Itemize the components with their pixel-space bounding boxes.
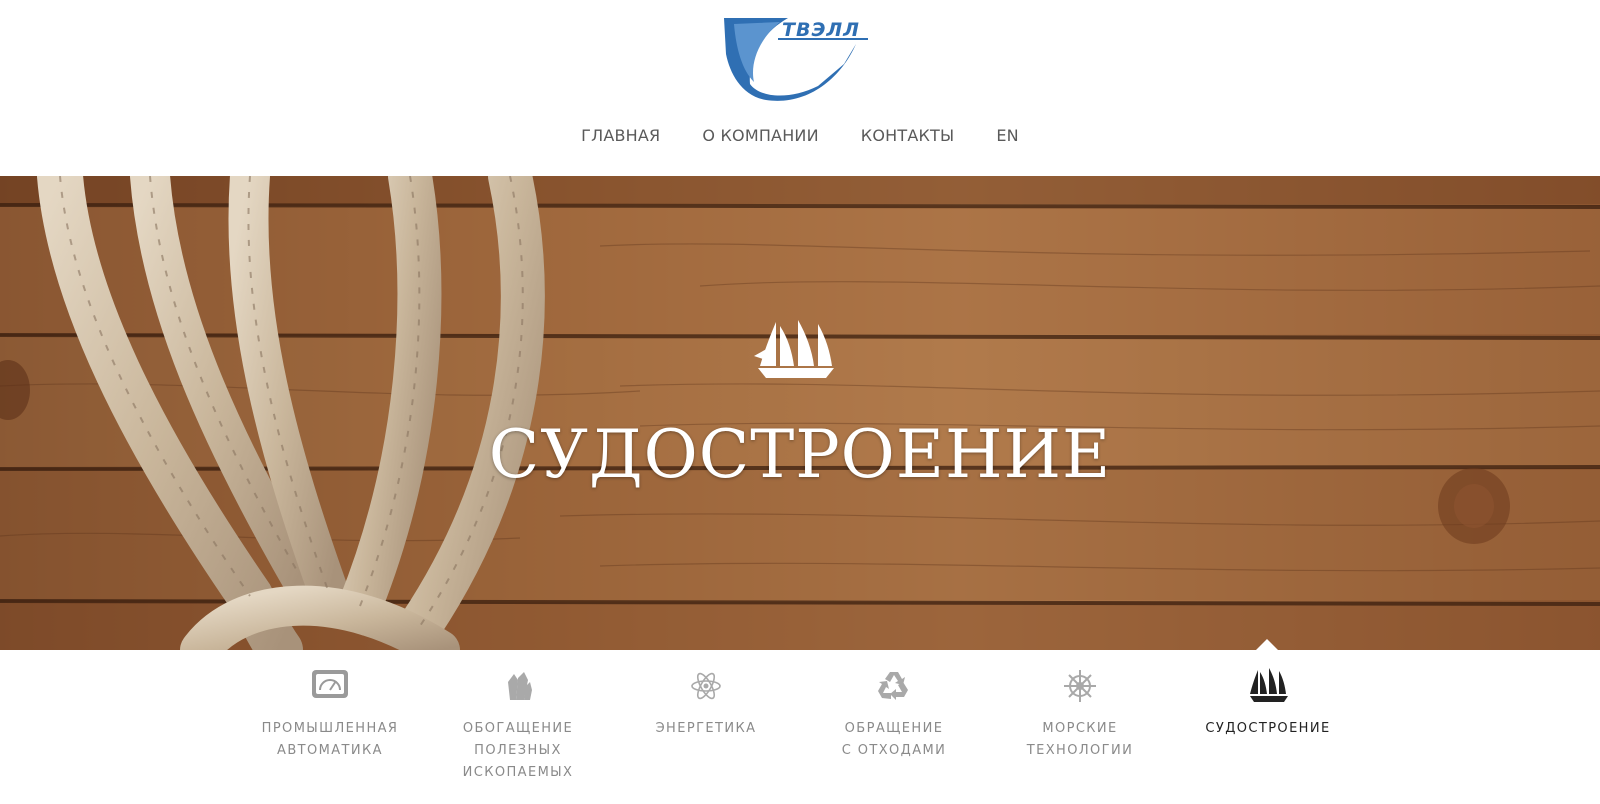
tab-industrial-automation[interactable]: ПРОМЫШЛЕННАЯ АВТОМАТИКА [240, 664, 420, 762]
nav-item-language-en[interactable]: EN [975, 126, 1039, 145]
company-logo[interactable]: ТВЭЛЛ [720, 14, 874, 102]
sailing-ship-icon [1250, 668, 1288, 702]
category-tabs: ПРОМЫШЛЕННАЯ АВТОМАТИКА ОБОГАЩЕНИЕ ПОЛЕЗ… [0, 664, 1600, 804]
crystal-icon [508, 672, 532, 700]
site-header: ТВЭЛЛ ГЛАВНАЯ О КОМПАНИИ КОНТАКТЫ EN [0, 0, 1600, 176]
tab-label: ОБОГАЩЕНИЕ ПОЛЕЗНЫХ ИСКОПАЕМЫХ [462, 721, 574, 780]
nav-item-contacts[interactable]: КОНТАКТЫ [840, 126, 976, 145]
tab-energy[interactable]: ЭНЕРГЕТИКА [616, 664, 796, 740]
tab-shipbuilding[interactable]: СУДОСТРОЕНИЕ [1178, 664, 1358, 740]
tab-label: ПРОМЫШЛЕННАЯ АВТОМАТИКА [261, 721, 399, 758]
tab-marine-technologies[interactable]: МОРСКИЕ ТЕХНОЛОГИИ [990, 664, 1170, 762]
nav-item-about[interactable]: О КОМПАНИИ [681, 126, 839, 145]
tab-label: ОБРАЩЕНИЕ С ОТХОДАМИ [841, 721, 947, 758]
atom-icon [691, 672, 721, 700]
main-nav: ГЛАВНАЯ О КОМПАНИИ КОНТАКТЫ EN [0, 126, 1600, 145]
sailing-ship-icon [754, 320, 834, 378]
tab-mineral-processing[interactable]: ОБОГАЩЕНИЕ ПОЛЕЗНЫХ ИСКОПАЕМЫХ [428, 664, 608, 784]
tab-label: ЭНЕРГЕТИКА [655, 721, 757, 736]
gauge-icon [312, 670, 348, 698]
tab-label: МОРСКИЕ ТЕХНОЛОГИИ [1026, 721, 1134, 758]
active-tab-pointer [1256, 639, 1278, 650]
nav-item-home[interactable]: ГЛАВНАЯ [560, 126, 681, 145]
hero-title: СУДОСТРОЕНИЕ [488, 416, 1112, 493]
tab-label: СУДОСТРОЕНИЕ [1205, 721, 1331, 736]
wood-rope-background [0, 176, 1600, 650]
tab-waste-management[interactable]: ОБРАЩЕНИЕ С ОТХОДАМИ [804, 664, 984, 762]
logo-text: ТВЭЛЛ [782, 19, 860, 41]
recycle-icon [878, 672, 908, 700]
ship-wheel-icon [1064, 670, 1096, 702]
hero-banner: СУДОСТРОЕНИЕ [0, 176, 1600, 650]
